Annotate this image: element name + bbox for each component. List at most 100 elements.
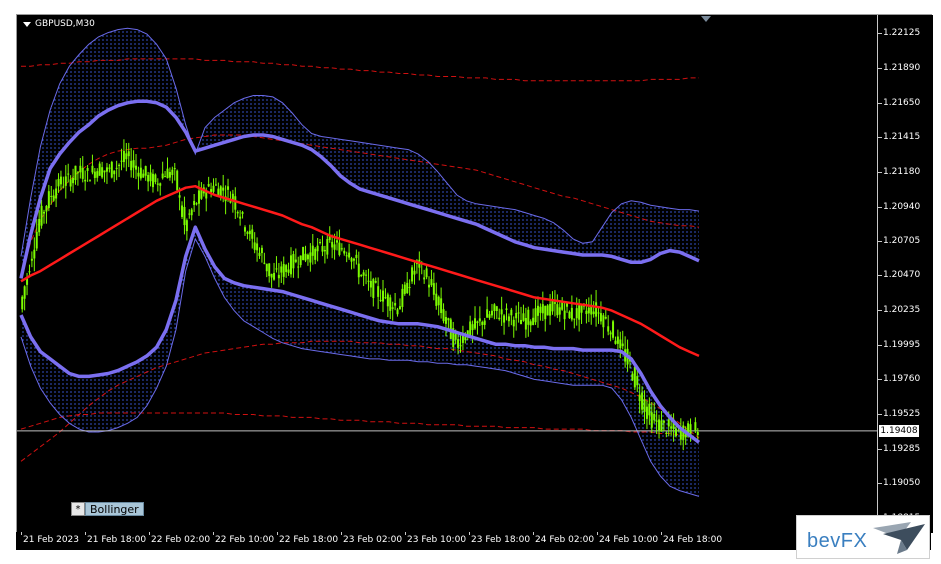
candle-body bbox=[98, 163, 101, 176]
candle-body bbox=[101, 167, 104, 178]
indicator-marker[interactable]: * bbox=[71, 502, 85, 516]
candle-body bbox=[369, 280, 372, 288]
candle-body bbox=[595, 302, 598, 317]
collapse-triangle-icon[interactable] bbox=[23, 21, 31, 27]
time-tick-label: 22 Feb 10:00 bbox=[215, 535, 275, 545]
indicator-name[interactable]: Bollinger bbox=[85, 502, 144, 516]
candle-body bbox=[585, 310, 588, 315]
candle-body bbox=[45, 206, 48, 212]
candle-body bbox=[103, 170, 106, 173]
candle-body bbox=[241, 212, 244, 214]
candle-body bbox=[476, 321, 479, 323]
candle-body bbox=[38, 218, 41, 233]
candle-body bbox=[190, 209, 193, 216]
candle-body bbox=[168, 172, 171, 178]
candle-body bbox=[84, 179, 87, 182]
candle-body bbox=[357, 263, 360, 278]
candle-body bbox=[197, 190, 200, 204]
time-tick-label: 21 Feb 18:00 bbox=[87, 535, 147, 545]
price-chart[interactable] bbox=[17, 15, 877, 533]
price-tick-mark bbox=[878, 137, 882, 139]
time-tick-label: 23 Feb 10:00 bbox=[407, 535, 467, 545]
price-tick-mark bbox=[878, 448, 882, 450]
candle-body bbox=[30, 258, 33, 261]
candle-body bbox=[340, 248, 343, 250]
candle-body bbox=[561, 301, 564, 310]
candle-body bbox=[425, 268, 428, 278]
candle-body bbox=[108, 167, 111, 169]
candle-body bbox=[517, 312, 520, 314]
candle-body bbox=[408, 286, 411, 288]
candle-body bbox=[604, 316, 607, 319]
candle-body bbox=[292, 254, 295, 269]
indicator-tag[interactable]: * Bollinger bbox=[71, 502, 144, 516]
price-tick-mark bbox=[878, 171, 882, 173]
candle-body bbox=[173, 168, 176, 170]
time-tick-label: 24 Feb 18:00 bbox=[663, 535, 723, 545]
candle-body bbox=[52, 195, 55, 201]
candle-body bbox=[474, 318, 477, 329]
candle-body bbox=[326, 239, 329, 255]
time-tick-mark bbox=[533, 532, 534, 535]
candle-body bbox=[81, 167, 84, 179]
upper-band-fill bbox=[21, 28, 699, 279]
candle-body bbox=[239, 216, 242, 219]
candle-body bbox=[67, 173, 70, 175]
price-axis[interactable]: 1.22125 1.21890 1.21650 1.21415 1.21180 1.209… bbox=[877, 15, 933, 533]
candle-body bbox=[171, 169, 174, 176]
candle-body bbox=[350, 258, 353, 262]
candle-body bbox=[546, 305, 549, 316]
candle-body bbox=[401, 288, 404, 307]
candle-body bbox=[40, 205, 43, 226]
candle-body bbox=[575, 308, 578, 319]
candle-body bbox=[394, 303, 397, 306]
candle-body bbox=[612, 321, 615, 338]
candle-body bbox=[147, 175, 150, 182]
time-tick-mark bbox=[597, 532, 598, 535]
price-tick-label: 1.19995 bbox=[883, 339, 921, 350]
candle-body bbox=[227, 186, 230, 190]
candle-body bbox=[457, 339, 460, 348]
candle-body bbox=[389, 297, 392, 311]
candle-body bbox=[602, 315, 605, 328]
candle-body bbox=[113, 170, 116, 175]
candle-body bbox=[435, 293, 438, 306]
candle-body bbox=[222, 187, 225, 191]
chart-shift-marker-icon[interactable] bbox=[701, 16, 711, 22]
candle-body bbox=[483, 320, 486, 325]
time-axis[interactable]: 21 Feb 2023 21 Feb 18:00 22 Feb 02:00 22 Fe… bbox=[16, 532, 931, 550]
price-tick-label: 1.19525 bbox=[883, 408, 921, 419]
candle-body bbox=[481, 321, 484, 325]
candle-body bbox=[287, 269, 290, 273]
candle-body bbox=[268, 263, 271, 277]
candle-body bbox=[72, 177, 75, 184]
chart-window[interactable]: GBPUSD,M30 * Bollinger 1.22125 1.21890 1.2… bbox=[16, 14, 933, 533]
price-tick-label: 1.21650 bbox=[883, 97, 921, 108]
candle-body bbox=[556, 304, 559, 316]
chart-plot-area[interactable]: GBPUSD,M30 * Bollinger bbox=[17, 15, 877, 533]
candle-body bbox=[265, 263, 268, 272]
candle-body bbox=[181, 205, 184, 217]
candle-body bbox=[534, 308, 537, 323]
candle-body bbox=[648, 403, 651, 416]
candle-body bbox=[563, 310, 566, 320]
price-tick-label: 1.20235 bbox=[883, 304, 921, 315]
price-tick-mark bbox=[878, 413, 882, 415]
candle-body bbox=[76, 172, 79, 174]
symbol-label[interactable]: GBPUSD,M30 bbox=[23, 19, 95, 29]
price-tick-mark bbox=[878, 483, 882, 485]
candle-body bbox=[529, 321, 532, 326]
candle-body bbox=[360, 275, 363, 277]
candle-body bbox=[444, 316, 447, 324]
candle-body bbox=[662, 420, 665, 423]
candle-body bbox=[110, 161, 113, 178]
candle-body bbox=[299, 255, 302, 266]
candle-body bbox=[653, 413, 656, 421]
candle-body bbox=[243, 227, 246, 232]
candle-body bbox=[464, 336, 467, 341]
candle-body bbox=[64, 176, 67, 186]
candle-body bbox=[122, 150, 125, 163]
candle-body bbox=[674, 428, 677, 437]
candle-body bbox=[57, 178, 60, 187]
candle-body bbox=[115, 167, 118, 169]
